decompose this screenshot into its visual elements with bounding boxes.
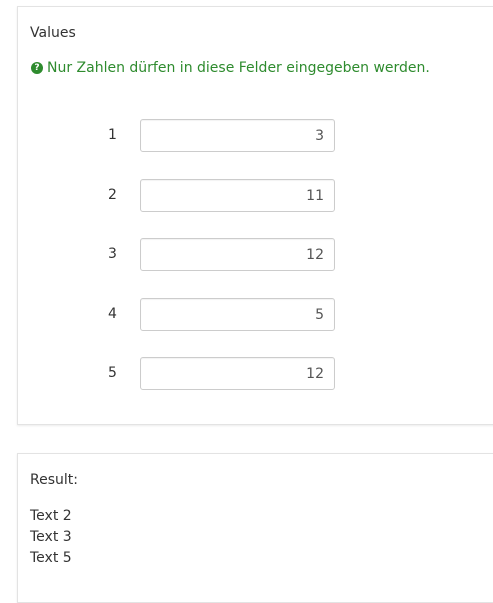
values-panel: Values ? Nur Zahlen dürfen in diese Feld… [17, 6, 493, 425]
result-panel: Result: Text 2 Text 3 Text 5 [17, 453, 493, 603]
value-input-4[interactable] [140, 298, 335, 331]
values-title: Values [30, 25, 76, 41]
row-label-3: 3 [108, 246, 117, 262]
row-label-2: 2 [108, 187, 117, 203]
result-item: Text 2 [30, 508, 72, 524]
question-circle-icon: ? [31, 62, 43, 74]
hint-text-container: ? Nur Zahlen dürfen in diese Felder eing… [31, 59, 430, 77]
hint-text: Nur Zahlen dürfen in diese Felder eingeg… [47, 60, 430, 76]
row-label-5: 5 [108, 365, 117, 381]
row-label-1: 1 [108, 127, 117, 143]
value-input-2[interactable] [140, 179, 335, 212]
row-label-4: 4 [108, 306, 117, 322]
result-list: Text 2 Text 3 Text 5 [30, 506, 72, 569]
result-title: Result: [30, 472, 78, 488]
value-input-3[interactable] [140, 238, 335, 271]
result-item: Text 3 [30, 529, 72, 545]
value-input-5[interactable] [140, 357, 335, 390]
result-item: Text 5 [30, 550, 72, 566]
value-input-1[interactable] [140, 119, 335, 152]
